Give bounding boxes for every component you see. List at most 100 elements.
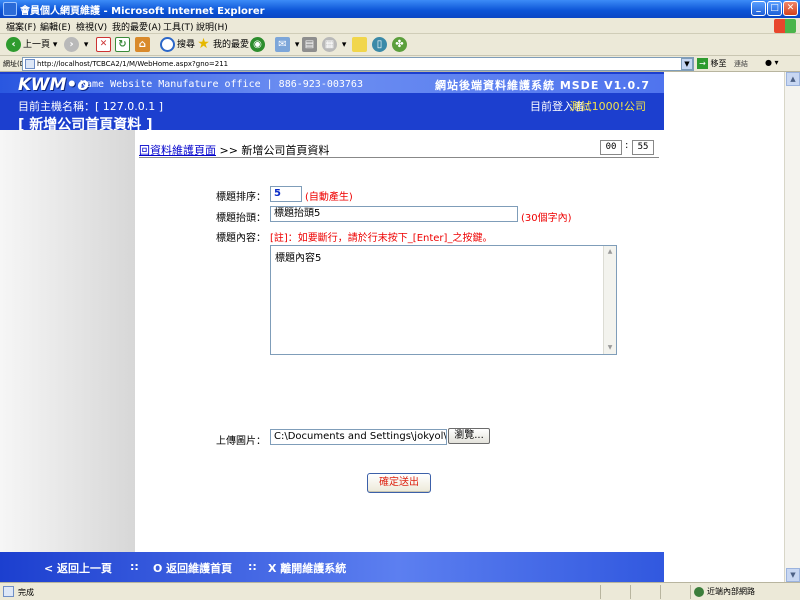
minimize-button[interactable]: _ — [751, 1, 766, 16]
order-note: (自動產生) — [305, 192, 353, 203]
home-button[interactable]: ⌂ — [135, 37, 152, 53]
menu-edit[interactable]: 編輯(E) — [40, 20, 71, 33]
page-scroll-up-icon[interactable]: ▲ — [786, 72, 800, 86]
windows-flag-icon — [774, 19, 796, 33]
forward-button[interactable]: › ▾ — [64, 37, 88, 53]
home-icon: ⌂ — [135, 37, 150, 52]
search-label: 搜尋 — [177, 40, 196, 50]
upload-label: 上傳圖片： — [216, 436, 266, 447]
back-arrow-icon: ‹ — [6, 37, 21, 52]
back-label: 上一頁 — [23, 40, 51, 50]
footer-home-link[interactable]: O 返回維護首頁 — [153, 560, 232, 576]
stop-icon: ✕ — [96, 37, 111, 52]
window-title: 會員個人網頁維護 - Microsoft Internet Explorer — [20, 6, 265, 17]
print-button[interactable]: ▤ — [302, 37, 319, 53]
menu-tools[interactable]: 工具(T) — [163, 20, 194, 33]
host-label: 目前主機名稱：[ 127.0.0.1 ] — [18, 100, 164, 113]
content-text: 標題內容5 — [275, 253, 322, 264]
print-icon: ▤ — [302, 37, 317, 52]
header-note: (30個字內) — [521, 213, 572, 224]
footer-back-link[interactable]: < 返回上一頁 — [44, 560, 112, 576]
address-bar: 網址(D) http://localhost/TCBCA2/1/M/WebHom… — [0, 56, 800, 72]
page-done-icon — [3, 586, 14, 597]
clock-seconds: 55 — [632, 140, 654, 155]
favorites-label: 我的最愛 — [213, 40, 250, 50]
go-button[interactable]: → 移至 — [697, 58, 727, 69]
footer-separator: :: — [248, 560, 257, 573]
textarea-scrollbar[interactable]: ▲ ▼ — [603, 246, 616, 354]
edit-button[interactable]: ▦ ▾ — [322, 37, 346, 53]
messenger-button[interactable]: ✤ — [392, 37, 409, 53]
site-footer: < 返回上一頁 :: O 返回維護首頁 :: X 離開維護系統 — [0, 552, 664, 582]
scroll-down-icon[interactable]: ▼ — [604, 342, 616, 354]
ie-icon — [3, 2, 17, 16]
address-input[interactable]: http://localhost/TCBCA2/1/M/WebHome.aspx… — [22, 57, 694, 71]
status-divider — [630, 585, 631, 599]
site-tagline: Kame Website Manufature office | 886-923… — [80, 79, 363, 90]
page-scrollbar[interactable]: ▲ ▼ — [784, 72, 800, 582]
scroll-up-icon[interactable]: ▲ — [604, 246, 616, 258]
links-button[interactable]: 連結 — [734, 59, 748, 69]
header-label: 標題抬頭： — [216, 213, 266, 224]
edit-page-icon: ▦ — [322, 37, 337, 52]
security-zone: 近端內部網路 — [690, 585, 796, 599]
go-label: 移至 — [710, 59, 727, 68]
breadcrumb-current: >> 新增公司首頁資料 — [219, 144, 330, 157]
media-button[interactable]: ◉ — [250, 37, 267, 53]
right-blank-area — [664, 72, 784, 582]
status-bar: 完成 近端內部網路 — [0, 582, 800, 600]
content-area: 回資料維護頁面 >> 新增公司首頁資料 00 : 55 標題排序： 5 (自動產… — [135, 130, 664, 552]
note-icon — [352, 37, 367, 52]
favorites-button[interactable]: ★ 我的最愛 — [196, 37, 249, 53]
star-icon: ★ — [197, 36, 210, 52]
footer-separator: :: — [130, 560, 139, 573]
discuss-button[interactable] — [352, 37, 369, 53]
submit-button[interactable]: 確定送出 — [367, 473, 431, 493]
site-logo: KWM•o — [18, 75, 89, 95]
address-dropdown-button[interactable]: ▼ — [681, 58, 693, 70]
menu-favorites[interactable]: 我的最愛(A) — [112, 20, 161, 33]
stop-button[interactable]: ✕ — [96, 37, 113, 53]
research-button[interactable]: ▯ — [372, 37, 389, 53]
messenger-icon: ✤ — [392, 37, 407, 52]
breadcrumb-back-link[interactable]: 回資料維護頁面 — [139, 144, 216, 157]
clock-separator: : — [625, 140, 629, 151]
refresh-icon: ↻ — [115, 37, 130, 52]
intranet-icon — [694, 587, 704, 597]
media-icon: ◉ — [250, 37, 265, 52]
page-icon — [25, 59, 35, 69]
maximize-button[interactable]: □ — [767, 1, 782, 16]
research-icon: ▯ — [372, 37, 387, 52]
page-viewport: KWM•o Kame Website Manufature office | 8… — [0, 72, 784, 582]
site-header: KWM•o Kame Website Manufature office | 8… — [0, 72, 664, 133]
content-textarea[interactable]: 標題內容5 ▲ ▼ — [270, 245, 617, 355]
back-button[interactable]: ‹ 上一頁 ▾ — [6, 37, 57, 53]
page-scroll-down-icon[interactable]: ▼ — [786, 568, 800, 582]
zone-label: 近端內部網路 — [707, 587, 755, 596]
order-label: 標題排序： — [216, 192, 266, 203]
menu-file[interactable]: 檔案(F) — [6, 20, 36, 33]
mail-button[interactable]: ✉ ▾ — [275, 37, 299, 53]
content-label: 標題內容： — [216, 233, 266, 244]
brand-strip: KWM•o Kame Website Manufature office | 8… — [0, 74, 664, 95]
breadcrumb: 回資料維護頁面 >> 新增公司首頁資料 — [139, 142, 329, 158]
mail-icon: ✉ — [275, 37, 290, 52]
menu-bar: 檔案(F) 編輯(E) 檢視(V) 我的最愛(A) 工具(T) 說明(H) — [0, 18, 800, 34]
status-divider — [600, 585, 601, 599]
footer-exit-link[interactable]: X 離開維護系統 — [268, 560, 346, 576]
menu-view[interactable]: 檢視(V) — [76, 20, 107, 33]
search-button[interactable]: 搜尋 — [160, 37, 195, 53]
close-button[interactable]: ✕ — [783, 1, 798, 16]
login-user: 測試1000!公司 — [569, 100, 646, 113]
search-icon — [160, 37, 175, 52]
upload-path-input[interactable]: C:\Documents and Settings\jokyol\M — [270, 429, 447, 445]
browse-button[interactable]: 瀏覽... — [448, 428, 490, 444]
order-input[interactable]: 5 — [270, 186, 302, 202]
content-note: [註]：如要斷行，請於行末按下_[Enter]_之按鍵。 — [270, 233, 493, 244]
window-titlebar: 會員個人網頁維護 - Microsoft Internet Explorer _… — [0, 0, 800, 18]
extension-icon[interactable]: ● ▾ — [765, 58, 795, 70]
toolbar: ‹ 上一頁 ▾ › ▾ ✕ ↻ ⌂ 搜尋 ★ 我的最愛 ◉ ✉ ▾ ▤ ▦ ▾ ▯ … — [0, 34, 800, 56]
menu-help[interactable]: 說明(H) — [196, 20, 228, 33]
header-input[interactable]: 標題抬頭5 — [270, 206, 518, 222]
refresh-button[interactable]: ↻ — [115, 37, 132, 53]
